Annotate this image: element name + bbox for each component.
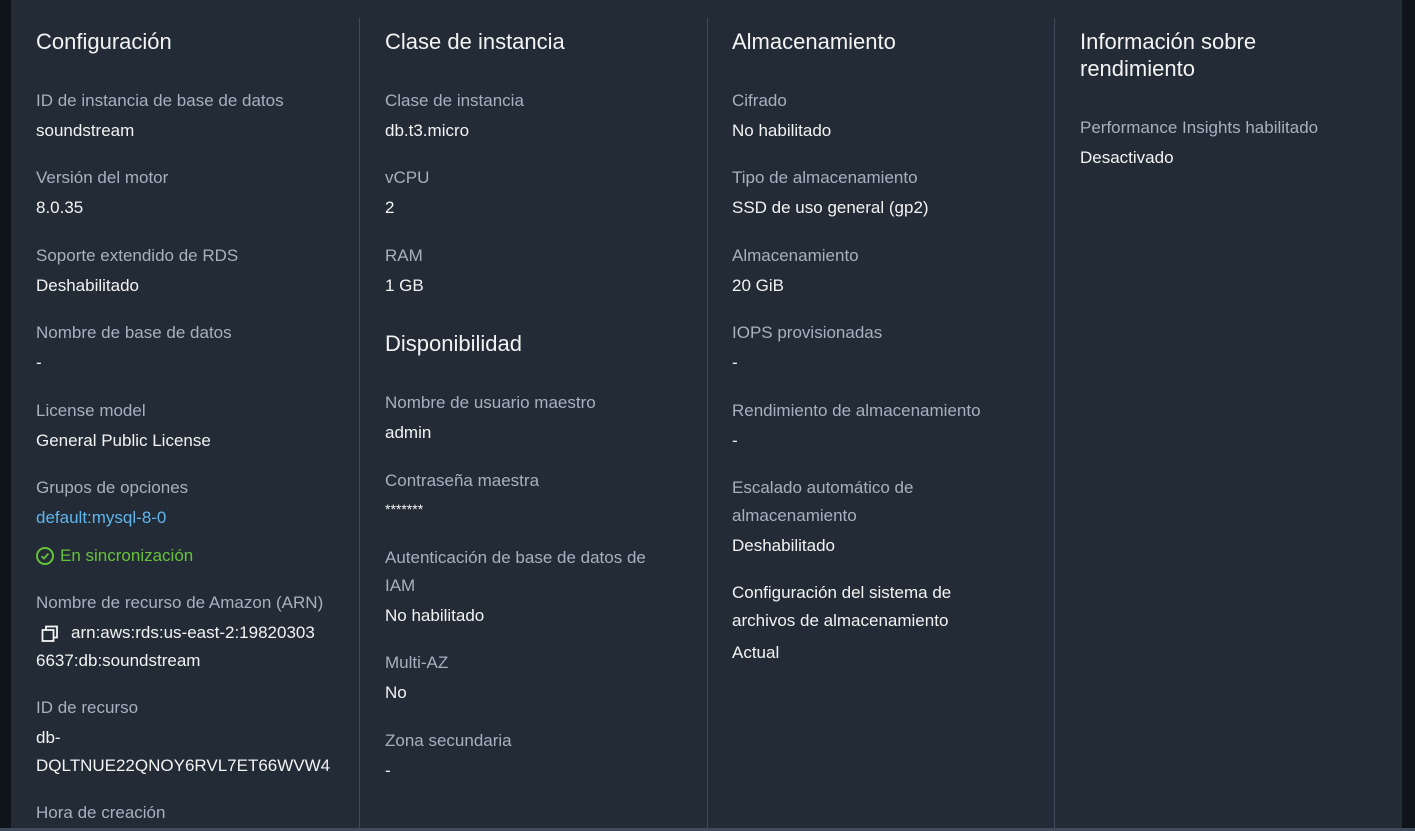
db-instance-id-label: ID de instancia de base de datos — [36, 91, 284, 110]
performance-column: Información sobre rendimiento Performanc… — [1055, 0, 1402, 831]
license-model-value: General Public License — [36, 431, 211, 450]
multi-az-label: Multi-AZ — [385, 653, 449, 672]
extended-support-value: Deshabilitado — [36, 276, 140, 295]
performance-insights-value: Desactivado — [1080, 148, 1174, 167]
performance-insights-label: Performance Insights habilitado — [1080, 118, 1319, 137]
iam-auth-label-line1: Autenticación de base de datos de — [385, 548, 646, 567]
option-groups-label: Grupos de opciones — [36, 478, 189, 497]
option-group-status: En sincronización — [36, 542, 193, 570]
fs-config-label-line2: archivos de almacenamiento — [732, 611, 949, 630]
arn-value-line1: arn:aws:rds:us-east-2:19820303 — [71, 623, 315, 642]
iam-auth-label-line2: IAM — [385, 576, 416, 595]
autoscaling-label-line2: almacenamiento — [732, 506, 857, 525]
fs-config-value: Actual — [732, 643, 780, 662]
secondary-zone-value: - — [385, 761, 391, 780]
option-group-status-text: En sincronización — [60, 546, 194, 565]
storage-size-label: Almacenamiento — [732, 246, 859, 265]
performance-heading-line2: rendimiento — [1080, 56, 1195, 81]
multi-az-value: No — [385, 683, 407, 702]
storage-column: Almacenamiento Cifrado No habilitado Tip… — [708, 0, 1054, 831]
encryption-value: No habilitado — [732, 121, 832, 140]
creation-time-label: Hora de creación — [36, 803, 166, 822]
resource-id-line2: DQLTNUE22QNOY6RVL7ET66WVW4 — [36, 756, 331, 775]
vcpu-label: vCPU — [385, 168, 430, 187]
check-circle-icon — [36, 547, 54, 565]
copy-icon[interactable] — [41, 625, 59, 643]
instance-class-column: Clase de instancia Clase de instancia db… — [360, 0, 707, 831]
secondary-zone-label: Zona secundaria — [385, 731, 512, 750]
storage-size-value: 20 GiB — [732, 276, 784, 295]
iam-auth-value: No habilitado — [385, 606, 485, 625]
arn-value-line2: 6637:db:soundstream — [36, 651, 201, 670]
resource-id-line1: db- — [36, 728, 61, 747]
configuration-column: Configuración ID de instancia de base de… — [11, 0, 359, 831]
ram-label: RAM — [385, 246, 423, 265]
license-model-label: License model — [36, 401, 146, 420]
encryption-label: Cifrado — [732, 91, 787, 110]
arn-label: Nombre de recurso de Amazon (ARN) — [36, 593, 324, 612]
master-user-value: admin — [385, 423, 432, 442]
fs-config-label-line1: Configuración del sistema de — [732, 583, 952, 602]
storage-type-value: SSD de uso general (gp2) — [732, 198, 929, 217]
autoscaling-value: Deshabilitado — [732, 536, 836, 555]
db-name-label: Nombre de base de datos — [36, 323, 232, 342]
instance-class-value: db.t3.micro — [385, 121, 470, 140]
throughput-value: - — [732, 431, 738, 450]
configuration-heading: Configuración — [36, 29, 172, 54]
master-user-label: Nombre de usuario maestro — [385, 393, 596, 412]
autoscaling-label-line1: Escalado automático de — [732, 478, 914, 497]
instance-class-heading: Clase de instancia — [385, 29, 565, 54]
iops-value: - — [732, 353, 738, 372]
performance-heading-line1: Información sobre — [1080, 29, 1257, 54]
storage-heading: Almacenamiento — [732, 29, 896, 54]
master-password-value: ******* — [385, 501, 424, 517]
ram-value: 1 GB — [385, 276, 424, 295]
engine-version-label: Versión del motor — [36, 168, 169, 187]
db-name-value: - — [36, 353, 42, 372]
availability-heading: Disponibilidad — [385, 331, 522, 356]
instance-class-label: Clase de instancia — [385, 91, 524, 110]
engine-version-value: 8.0.35 — [36, 198, 84, 217]
extended-support-label: Soporte extendido de RDS — [36, 246, 239, 265]
iops-label: IOPS provisionadas — [732, 323, 883, 342]
throughput-label: Rendimiento de almacenamiento — [732, 401, 981, 420]
details-panel: Configuración ID de instancia de base de… — [11, 0, 1402, 831]
storage-type-label: Tipo de almacenamiento — [732, 168, 918, 187]
option-group-link[interactable]: default:mysql-8-0 — [36, 504, 166, 532]
resource-id-label: ID de recurso — [36, 698, 139, 717]
vcpu-value: 2 — [385, 198, 395, 217]
master-password-label: Contraseña maestra — [385, 471, 540, 490]
db-instance-id-value: soundstream — [36, 121, 135, 140]
